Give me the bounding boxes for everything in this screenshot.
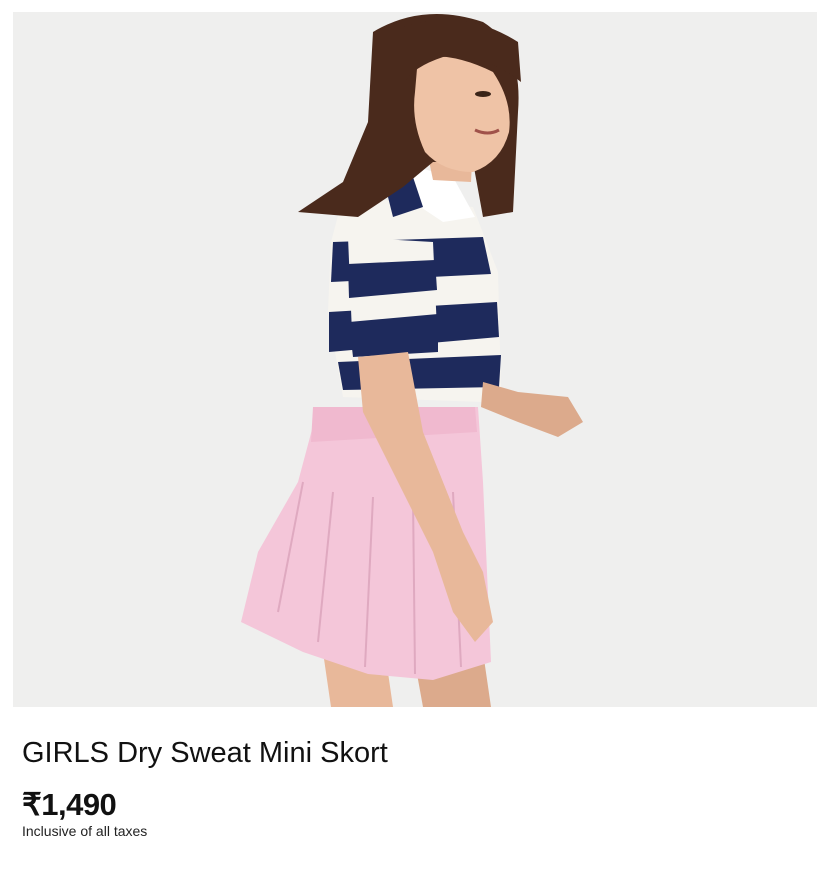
product-title[interactable]: GIRLS Dry Sweat Mini Skort — [22, 735, 388, 771]
product-image[interactable] — [13, 12, 817, 707]
tax-note: Inclusive of all taxes — [22, 823, 148, 839]
product-price: ₹1,490 — [22, 787, 117, 822]
product-card[interactable]: GIRLS Dry Sweat Mini Skort ₹1,490 Inclus… — [0, 0, 829, 890]
